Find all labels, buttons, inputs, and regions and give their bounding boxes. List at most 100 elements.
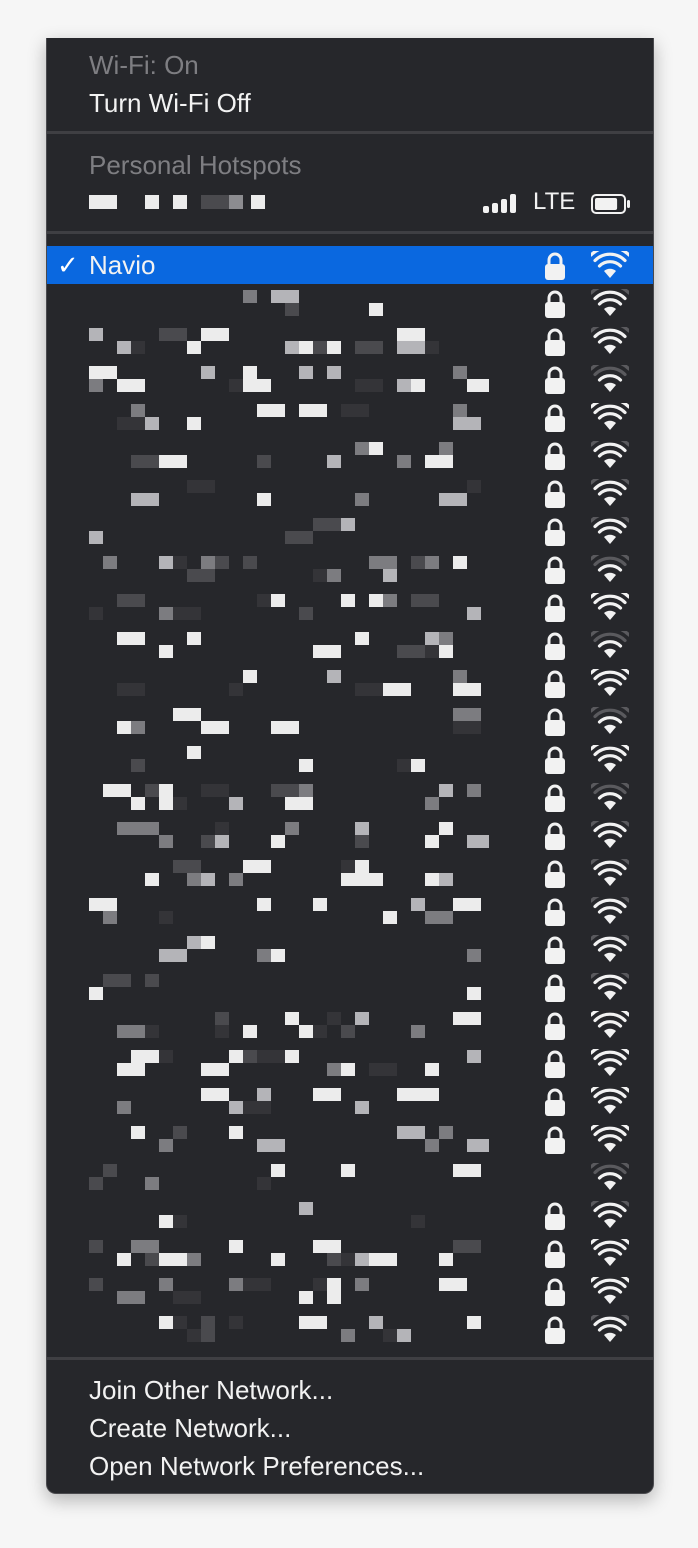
wifi-status-label: Wi-Fi: On xyxy=(89,50,199,80)
redacted-network-name xyxy=(89,974,481,1000)
network-item[interactable] xyxy=(47,436,653,474)
network-item[interactable] xyxy=(47,930,653,968)
wifi-signal-icon xyxy=(591,1011,629,1038)
wifi-signal-icon xyxy=(591,631,629,658)
network-item[interactable] xyxy=(47,1234,653,1272)
menu-separator xyxy=(47,231,653,234)
network-item[interactable] xyxy=(47,588,653,626)
wifi-signal-icon xyxy=(591,327,629,354)
lock-icon xyxy=(545,518,565,546)
network-item[interactable] xyxy=(47,1120,653,1158)
wifi-signal-icon xyxy=(591,517,629,544)
personal-hotspots-header-row: Personal Hotspots xyxy=(47,146,653,184)
menu-separator xyxy=(47,131,653,134)
lock-icon xyxy=(545,1240,565,1268)
network-item[interactable] xyxy=(47,1310,653,1348)
cellular-signal-icon xyxy=(483,194,516,213)
network-item[interactable] xyxy=(47,626,653,664)
lock-icon xyxy=(545,708,565,736)
network-item[interactable] xyxy=(47,1044,653,1082)
lock-icon xyxy=(545,366,565,394)
open-network-preferences-label: Open Network Preferences... xyxy=(89,1451,425,1481)
redacted-network-name xyxy=(89,366,489,392)
wifi-signal-icon xyxy=(591,441,629,468)
network-item[interactable] xyxy=(47,1272,653,1310)
lock-icon xyxy=(545,860,565,888)
join-other-network-item[interactable]: Join Other Network... xyxy=(47,1371,653,1409)
network-item[interactable] xyxy=(47,702,653,740)
redacted-network-name xyxy=(131,480,481,506)
network-item[interactable] xyxy=(47,1158,653,1196)
redacted-network-name xyxy=(159,936,481,962)
network-item[interactable] xyxy=(47,512,653,550)
lock-icon xyxy=(545,936,565,964)
network-item[interactable] xyxy=(47,778,653,816)
lock-icon xyxy=(545,1126,565,1154)
create-network-label: Create Network... xyxy=(89,1413,292,1443)
lock-icon xyxy=(545,480,565,508)
network-item[interactable]: ✓ Navio xyxy=(47,246,653,284)
wifi-signal-icon xyxy=(591,859,629,886)
network-item[interactable] xyxy=(47,322,653,360)
wifi-signal-icon xyxy=(591,821,629,848)
create-network-item[interactable]: Create Network... xyxy=(47,1409,653,1447)
network-item[interactable] xyxy=(47,398,653,436)
network-item[interactable] xyxy=(47,740,653,778)
redacted-network-name xyxy=(117,708,481,734)
redacted-network-name xyxy=(89,594,481,620)
redacted-network-name xyxy=(103,784,481,810)
redacted-network-name xyxy=(103,556,467,582)
wifi-signal-icon xyxy=(591,251,629,278)
network-item[interactable] xyxy=(47,1006,653,1044)
turn-wifi-off-label: Turn Wi-Fi Off xyxy=(89,88,251,118)
wifi-signal-icon xyxy=(591,289,629,316)
redacted-network-name xyxy=(89,1240,481,1266)
network-item[interactable] xyxy=(47,284,653,322)
redacted-network-name xyxy=(89,328,439,354)
network-item[interactable] xyxy=(47,1196,653,1234)
redacted-network-name xyxy=(117,632,453,658)
turn-wifi-off-item[interactable]: Turn Wi-Fi Off xyxy=(47,84,653,122)
wifi-signal-icon xyxy=(591,783,629,810)
lock-icon xyxy=(545,1050,565,1078)
lock-icon xyxy=(545,404,565,432)
connection-type-label: LTE xyxy=(533,188,576,215)
redacted-network-name xyxy=(117,670,481,696)
hotspot-device-item[interactable]: LTE xyxy=(47,183,653,221)
wifi-signal-icon xyxy=(591,1201,629,1228)
network-item[interactable] xyxy=(47,816,653,854)
battery-icon xyxy=(591,194,630,214)
open-network-preferences-item[interactable]: Open Network Preferences... xyxy=(47,1447,653,1485)
menu-separator xyxy=(47,1357,653,1360)
redacted-network-name xyxy=(131,746,425,772)
wifi-signal-icon xyxy=(591,1315,629,1342)
network-item[interactable] xyxy=(47,474,653,512)
network-item[interactable] xyxy=(47,892,653,930)
wifi-signal-icon xyxy=(591,935,629,962)
network-item[interactable] xyxy=(47,360,653,398)
redacted-network-name xyxy=(89,1164,481,1190)
lock-icon xyxy=(545,328,565,356)
network-item[interactable] xyxy=(47,854,653,892)
redacted-network-name xyxy=(117,1050,481,1076)
redacted-network-name xyxy=(243,290,383,316)
lock-icon xyxy=(545,1088,565,1116)
lock-icon xyxy=(545,822,565,850)
wifi-menu: Wi-Fi: On Turn Wi-Fi Off Personal Hotspo… xyxy=(46,38,654,1494)
lock-icon xyxy=(545,1278,565,1306)
redacted-network-name xyxy=(159,1202,425,1228)
network-item[interactable] xyxy=(47,550,653,588)
lock-icon xyxy=(545,632,565,660)
redacted-network-name xyxy=(89,1278,467,1304)
lock-icon xyxy=(545,556,565,584)
lock-icon xyxy=(545,746,565,774)
personal-hotspots-header: Personal Hotspots xyxy=(89,150,302,180)
wifi-signal-icon xyxy=(591,973,629,1000)
network-item[interactable] xyxy=(47,1082,653,1120)
redacted-network-name xyxy=(159,1316,481,1342)
redacted-network-name xyxy=(89,898,481,924)
redacted-network-name xyxy=(117,1012,481,1038)
network-item[interactable] xyxy=(47,968,653,1006)
network-item[interactable] xyxy=(47,664,653,702)
lock-icon xyxy=(545,670,565,698)
